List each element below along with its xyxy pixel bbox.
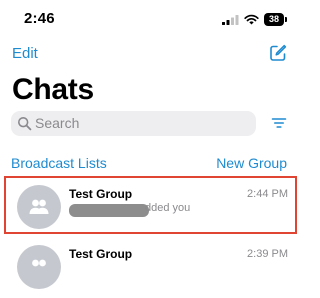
avatar [17,245,61,289]
status-bar: 2:46 38 [0,0,300,38]
group-icon [32,259,46,267]
page-title: Chats [12,73,94,106]
edit-button[interactable]: Edit [12,45,38,62]
wifi-icon [244,14,259,24]
status-icons: 38 [222,12,287,26]
chat-list-item[interactable]: Test Group 2:39 PM [0,238,300,298]
status-time: 2:46 [24,10,55,27]
broadcast-lists-link[interactable]: Broadcast Lists [11,155,107,171]
search-icon [17,116,32,131]
battery-icon: 38 [264,12,287,26]
compose-icon[interactable] [269,44,287,62]
selection-highlight [4,176,297,234]
chat-time: 2:39 PM [247,248,288,260]
chat-name: Test Group [69,247,133,261]
new-group-link[interactable]: New Group [216,155,287,171]
signal-icon [222,14,239,25]
search-placeholder: Search [35,115,80,131]
filter-icon[interactable] [271,115,287,131]
search-input[interactable]: Search [11,111,256,136]
